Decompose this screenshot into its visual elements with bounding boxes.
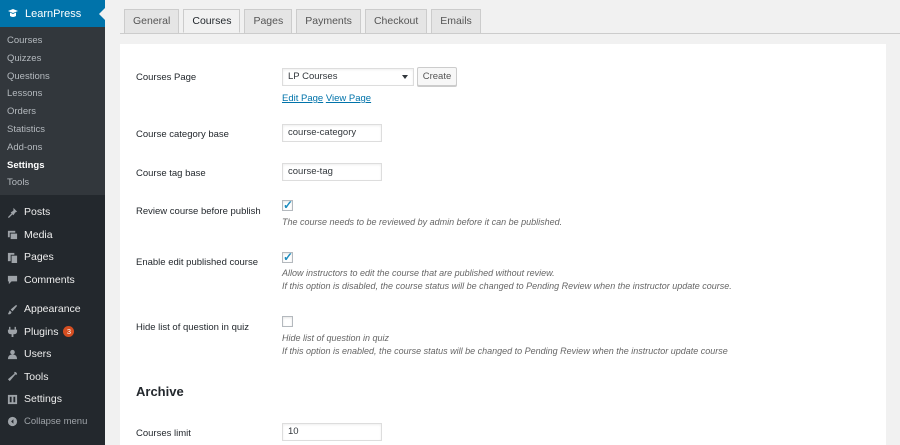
update-count-badge: 3 (63, 326, 75, 338)
page-links: Edit Page View Page (282, 93, 371, 104)
tab-general[interactable]: General (124, 9, 180, 33)
hide-questions-description-2: If this option is enabled, the course st… (282, 346, 728, 356)
submenu-addons[interactable]: Add-ons (0, 139, 105, 157)
category-base-input[interactable]: course-category (282, 124, 382, 142)
edit-published-checkbox[interactable]: ✓ (282, 250, 294, 264)
submenu-settings[interactable]: Settings (0, 157, 105, 175)
pin-icon (6, 206, 18, 218)
sidebar-item-label: Users (24, 348, 52, 361)
tabs-divider (120, 33, 900, 34)
sidebar-item-settings[interactable]: Settings (0, 388, 105, 411)
pages-icon (6, 251, 18, 263)
plugin-icon (6, 326, 18, 338)
sidebar-item-learnpress[interactable]: LearnPress (0, 0, 105, 27)
submenu-courses[interactable]: Courses (0, 32, 105, 50)
courses-page-select[interactable]: LP Courses (282, 68, 414, 86)
category-base-label: Course category base (136, 129, 229, 140)
sidebar-item-label: Plugins (24, 325, 59, 338)
sidebar-brand-label: LearnPress (25, 7, 82, 20)
courses-limit-label: Courses limit (136, 428, 191, 439)
review-description: The course needs to be reviewed by admin… (282, 217, 563, 227)
submenu-statistics[interactable]: Statistics (0, 121, 105, 139)
hide-questions-label: Hide list of question in quiz (136, 322, 250, 333)
hide-questions-description-1: Hide list of question in quiz (282, 333, 390, 343)
brush-icon (6, 303, 18, 315)
edit-page-link[interactable]: Edit Page (282, 93, 323, 104)
sidebar-item-media[interactable]: Media (0, 224, 105, 247)
main-content: General Courses Pages Payments Checkout … (105, 0, 900, 445)
view-page-link[interactable]: View Page (326, 93, 371, 104)
sidebar-item-tools[interactable]: Tools (0, 366, 105, 389)
chevron-down-icon (402, 75, 408, 79)
settings-tabs: General Courses Pages Payments Checkout … (124, 9, 485, 33)
tools-icon (6, 371, 18, 383)
comments-icon (6, 274, 18, 286)
courses-limit-input[interactable]: 10 (282, 423, 382, 441)
settings-panel: Courses Page LP Courses Create Edit Page… (120, 44, 886, 445)
tag-base-input[interactable]: course-tag (282, 163, 382, 181)
tab-pages[interactable]: Pages (244, 9, 293, 33)
sidebar-item-users[interactable]: Users (0, 343, 105, 366)
sidebar-item-plugins[interactable]: Plugins 3 (0, 321, 105, 344)
tab-payments[interactable]: Payments (296, 9, 361, 33)
submenu-tools[interactable]: Tools (0, 174, 105, 192)
courses-page-label: Courses Page (136, 72, 197, 83)
submenu-questions[interactable]: Questions (0, 68, 105, 86)
sidebar-item-label: Settings (24, 393, 62, 406)
learnpress-submenu: Courses Quizzes Questions Lessons Orders… (0, 27, 105, 196)
checkmark-icon: ✓ (283, 198, 294, 212)
collapse-label: Collapse menu (24, 416, 88, 428)
checkmark-icon: ✓ (283, 250, 294, 264)
sidebar-item-label: Pages (24, 251, 54, 264)
main-menu: Posts Media Pages Comments Appearance Pl… (0, 195, 105, 433)
sidebar-item-appearance[interactable]: Appearance (0, 298, 105, 321)
tab-checkout[interactable]: Checkout (364, 9, 428, 33)
users-icon (6, 348, 18, 360)
submenu-orders[interactable]: Orders (0, 103, 105, 121)
sidebar-item-label: Tools (24, 370, 49, 383)
review-checkbox[interactable]: ✓ (282, 198, 294, 212)
sidebar-item-posts[interactable]: Posts (0, 201, 105, 224)
submenu-lessons[interactable]: Lessons (0, 85, 105, 103)
review-label: Review course before publish (136, 206, 261, 217)
tab-courses[interactable]: Courses (183, 9, 241, 33)
sidebar-item-label: Comments (24, 273, 75, 286)
edit-published-label: Enable edit published course (136, 257, 259, 268)
tag-base-label: Course tag base (136, 168, 206, 179)
collapse-menu-button[interactable]: Collapse menu (0, 411, 105, 434)
courses-page-selected: LP Courses (288, 71, 338, 82)
edit-published-description-2: If this option is disabled, the course s… (282, 281, 732, 291)
sidebar-item-comments[interactable]: Comments (0, 269, 105, 292)
hide-questions-checkbox[interactable] (282, 316, 293, 327)
create-page-button[interactable]: Create (417, 67, 457, 86)
submenu-quizzes[interactable]: Quizzes (0, 50, 105, 68)
archive-heading: Archive (136, 384, 184, 399)
media-icon (6, 229, 18, 241)
sidebar-item-label: Media (24, 228, 53, 241)
sidebar-item-label: Appearance (24, 303, 81, 316)
admin-sidebar: LearnPress Courses Quizzes Questions Les… (0, 0, 105, 445)
collapse-icon (6, 416, 18, 428)
sidebar-item-pages[interactable]: Pages (0, 246, 105, 269)
settings-icon (6, 393, 18, 405)
learnpress-icon (7, 8, 19, 20)
edit-published-description-1: Allow instructors to edit the course tha… (282, 268, 555, 278)
tab-emails[interactable]: Emails (431, 9, 481, 33)
sidebar-item-label: Posts (24, 206, 51, 219)
